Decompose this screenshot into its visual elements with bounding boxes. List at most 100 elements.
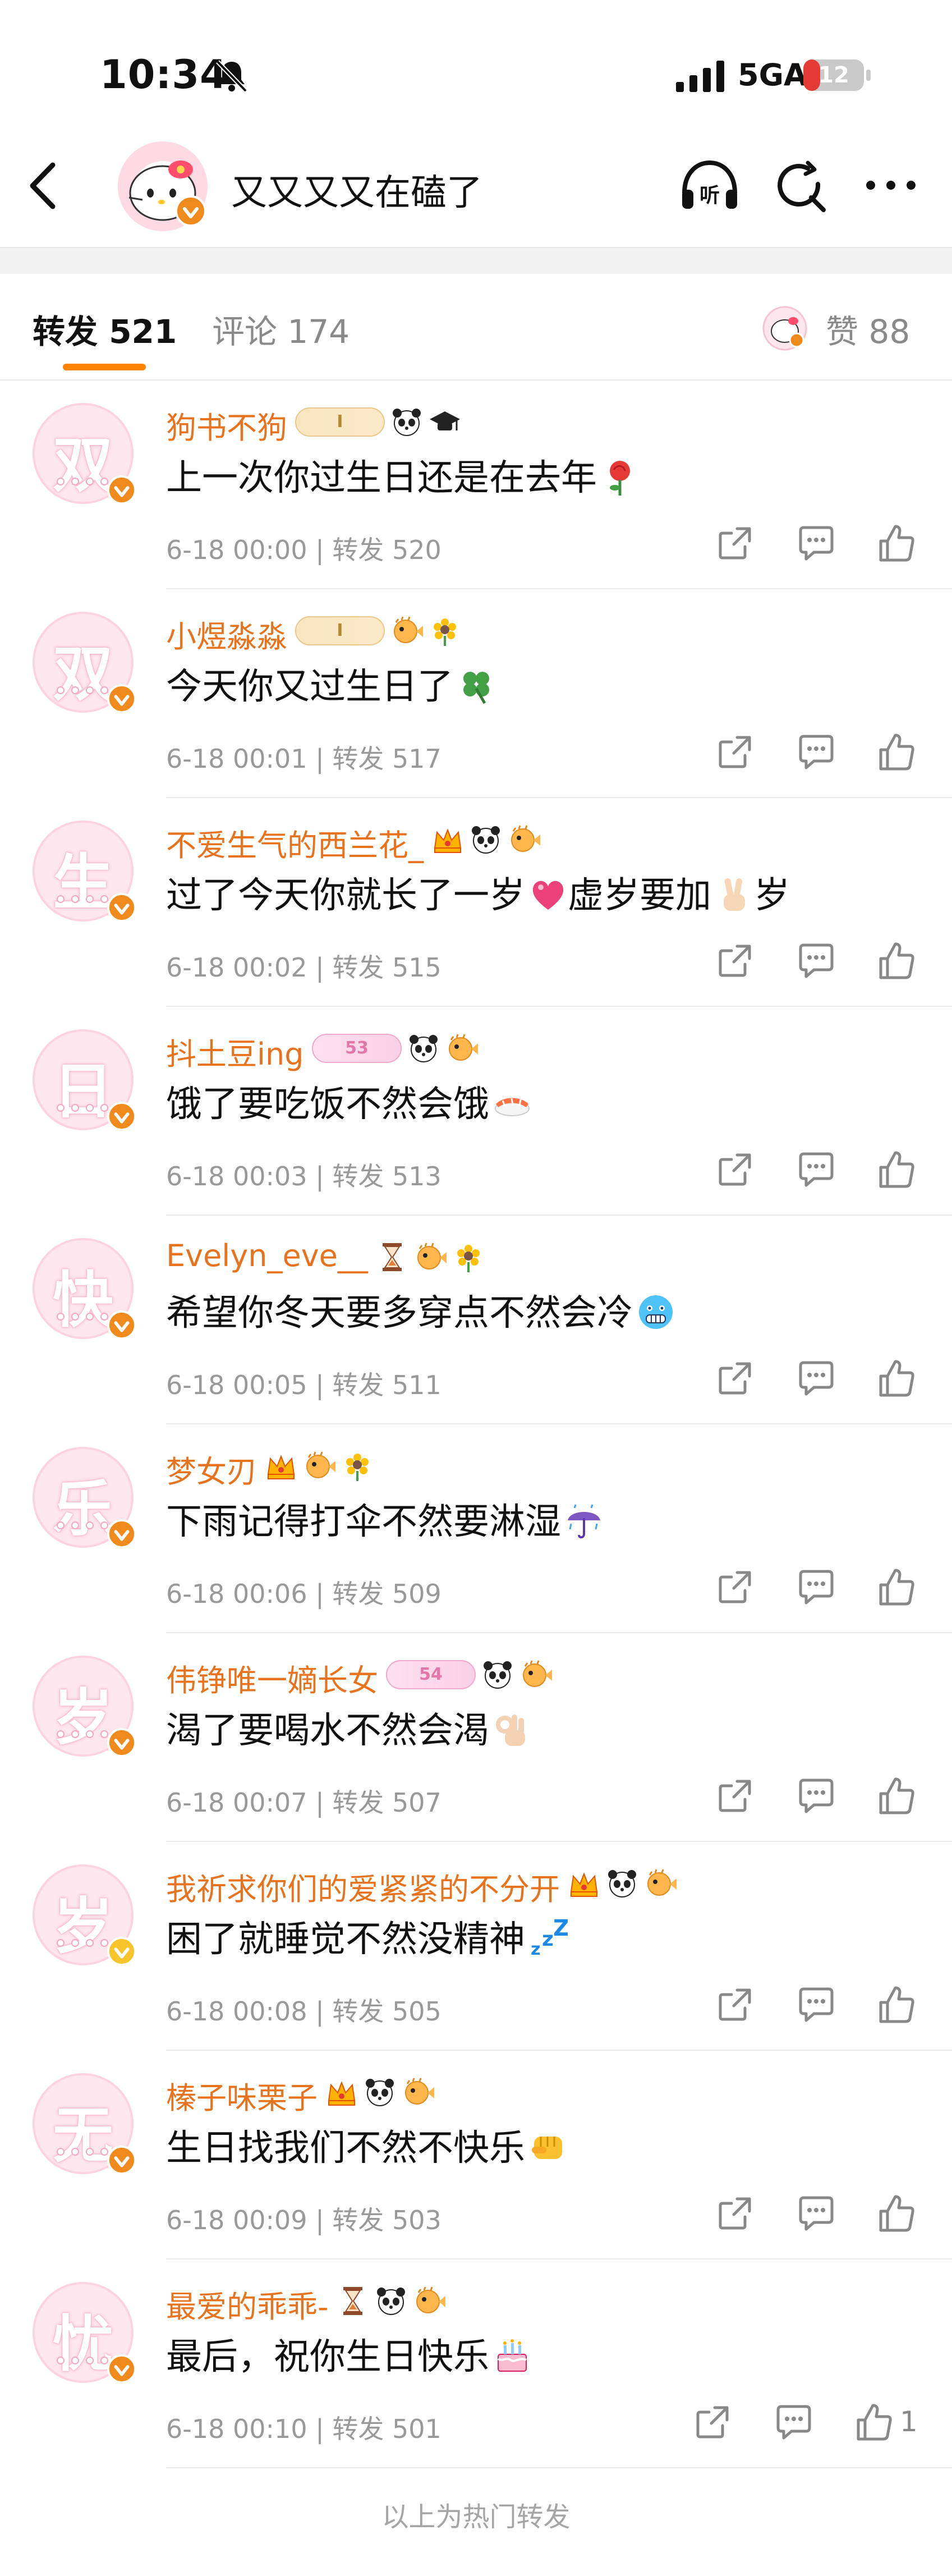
verified-icon [107, 1936, 137, 1967]
refresh-search-icon[interactable] [774, 161, 828, 214]
repost-text: 下雨记得打伞不然要淋湿 [166, 1493, 604, 1544]
share-icon[interactable] [712, 938, 757, 983]
user-avatar[interactable]: 生 [33, 821, 137, 923]
repost-count: 转发 505 [332, 1996, 441, 2027]
repost-text-part: 上一次你过生日还是在去年 [166, 457, 597, 499]
repost-meta: 6-18 00:02 | 转发 515 [166, 947, 441, 984]
user-avatar[interactable]: 无 [33, 2073, 137, 2175]
share-icon[interactable] [712, 1982, 757, 2027]
user-badges: 53 [312, 1032, 478, 1065]
comment-icon[interactable] [794, 1356, 839, 1401]
repost-meta: 6-18 00:06 | 转发 509 [166, 1574, 441, 1611]
comment-icon[interactable] [771, 2400, 816, 2445]
repost-count: 转发 517 [332, 744, 441, 774]
share-icon[interactable] [712, 730, 757, 774]
comment-icon[interactable] [794, 1982, 839, 2027]
user-avatar[interactable]: 岁 [33, 1656, 137, 1758]
user-avatar[interactable]: 忧 [33, 2282, 137, 2384]
repost-row: 日抖土豆ing 53 饿了要吃饭不然会饿 6-18 00:03 | 转发 513 [0, 1007, 952, 1216]
panda-icon [390, 406, 423, 438]
repost-text-part: 岁 [754, 875, 790, 916]
fan-level-badge[interactable]: I [295, 407, 385, 437]
like-icon[interactable] [852, 2400, 896, 2445]
user-badges [376, 1240, 485, 1274]
share-icon[interactable] [712, 1147, 757, 1192]
user-avatar[interactable]: 双 [33, 403, 137, 505]
tab-comment[interactable]: 评论 174 [212, 305, 349, 352]
repost-text: 上一次你过生日还是在去年 [166, 449, 640, 501]
fan-level-badge[interactable]: I [295, 616, 385, 645]
status-bar: 10:34 5GA 12 [0, 0, 952, 135]
user-avatar[interactable]: 日 [33, 1029, 137, 1131]
svg-text:z: z [531, 1940, 540, 1958]
back-arrow-icon[interactable] [27, 161, 61, 211]
username[interactable]: 榛子味栗子 [166, 2073, 318, 2117]
like-icon[interactable] [874, 1982, 919, 2027]
like-icon[interactable] [874, 1773, 919, 1818]
comment-icon[interactable] [794, 1147, 839, 1192]
username[interactable]: 我祈求你们的爱紧紧的不分开 [166, 1864, 560, 1909]
username[interactable]: 狗书不狗 [166, 403, 287, 447]
share-icon[interactable] [712, 521, 757, 566]
avatar-decoration-icon [53, 686, 113, 695]
username[interactable]: Evelyn_eve__ [166, 1238, 368, 1273]
user-avatar[interactable]: 岁 [33, 1864, 137, 1967]
tab-repost[interactable]: 转发 521 [33, 305, 177, 352]
username[interactable]: 小煜淼淼 [166, 612, 287, 656]
comment-icon[interactable] [794, 730, 839, 774]
pufferfish-icon [414, 1241, 447, 1273]
repost-text: 饿了要吃饭不然会饿 [166, 1075, 532, 1127]
like-icon[interactable] [874, 1356, 919, 1401]
comment-icon[interactable] [794, 521, 839, 566]
repost-meta: 6-18 00:05 | 转发 511 [166, 1365, 441, 1402]
like-icon[interactable] [874, 2191, 919, 2236]
more-options-icon[interactable] [863, 174, 919, 196]
tab-likes[interactable]: 赞 88 [826, 305, 910, 352]
rose-icon [600, 457, 640, 497]
repost-time: 6-18 00:08 [166, 1996, 307, 2027]
like-icon[interactable] [874, 1147, 919, 1192]
user-badges [431, 823, 540, 856]
panda-icon [470, 823, 502, 856]
username[interactable]: 最爱的乖乖- [166, 2282, 329, 2326]
comment-icon[interactable] [794, 2191, 839, 2236]
share-icon[interactable] [712, 2191, 757, 2236]
share-icon[interactable] [712, 1565, 757, 1610]
hot-repost-footer: 以上为热门转发 [381, 2501, 571, 2533]
sunflower-icon [429, 615, 461, 647]
repost-count: 转发 511 [332, 1370, 441, 1400]
share-icon[interactable] [712, 1356, 757, 1401]
fan-level-badge[interactable]: 54 [386, 1660, 476, 1689]
like-icon[interactable] [874, 938, 919, 983]
like-icon[interactable] [874, 730, 919, 774]
username[interactable]: 不爱生气的西兰花_ [166, 821, 424, 865]
avatar-decoration-icon [53, 477, 113, 486]
meta-separator: | [307, 1161, 333, 1191]
verified-icon [107, 2145, 137, 2175]
listen-headphones-icon[interactable]: 听 [679, 158, 741, 214]
share-icon[interactable] [690, 2400, 735, 2445]
comment-icon[interactable] [794, 1565, 839, 1610]
repost-meta: 6-18 00:08 | 转发 505 [166, 1991, 441, 2028]
verified-icon [107, 2354, 137, 2384]
fan-level-badge[interactable]: 53 [312, 1034, 402, 1063]
panda-icon [481, 1658, 514, 1691]
username[interactable]: 伟铮唯一嫡长女 [166, 1656, 378, 1700]
meta-separator: | [307, 1370, 333, 1400]
like-icon[interactable] [874, 1565, 919, 1610]
comment-icon[interactable] [794, 1773, 839, 1818]
user-avatar[interactable]: 双 [33, 612, 137, 714]
share-icon[interactable] [712, 1773, 757, 1818]
username[interactable]: 梦女刃 [166, 1447, 257, 1491]
comment-icon[interactable] [794, 938, 839, 983]
like-icon[interactable] [874, 521, 919, 566]
user-avatar[interactable]: 乐 [33, 1447, 137, 1549]
user-badges [337, 2284, 445, 2318]
liker-avatar-icon[interactable] [762, 305, 808, 351]
repost-count: 转发 515 [332, 952, 441, 983]
username[interactable]: 抖土豆ing [166, 1029, 304, 1074]
repost-time: 6-18 00:06 [166, 1579, 307, 1609]
repost-text-part: 最后，祝你生日快乐 [166, 2336, 489, 2378]
ok-hand-icon [493, 1710, 532, 1749]
user-avatar[interactable]: 快 [33, 1238, 137, 1340]
